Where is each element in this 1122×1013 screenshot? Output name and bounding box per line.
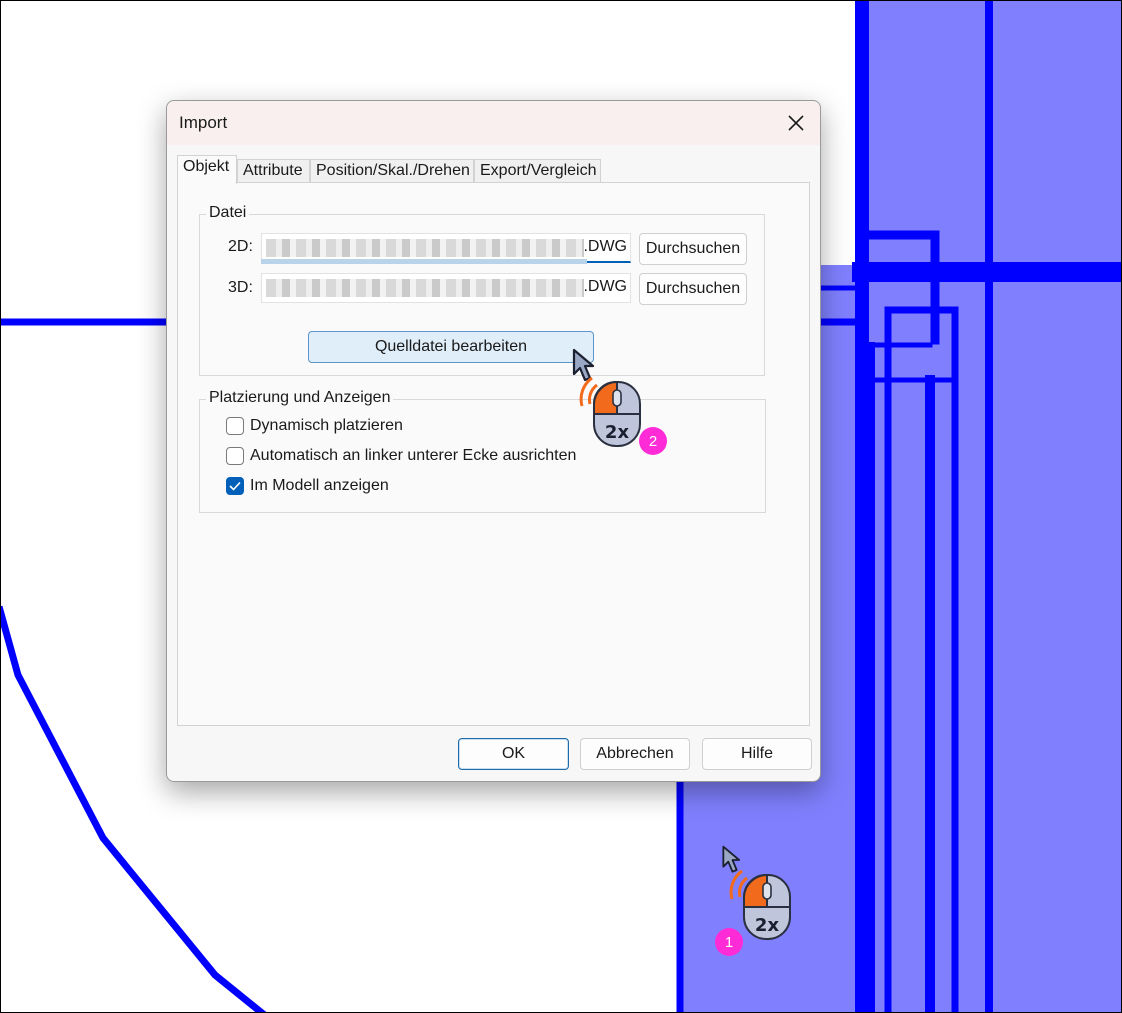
label-2d: 2D: [228,238,253,255]
dialog-title: Import [179,113,228,132]
checkbox-align-lower-left[interactable] [226,447,244,465]
click-count-2: 2x [605,422,630,443]
cancel-button[interactable]: Abbrechen [580,738,690,770]
click-count-1: 2x [755,915,780,936]
step-badge-2: 2 [639,427,667,455]
option-dynamic-place-label: Dynamisch platzieren [250,417,403,434]
option-show-in-model-label: Im Modell anzeigen [250,477,389,494]
ok-button[interactable]: OK [458,738,569,770]
tab-export-vergleich[interactable]: Export/Vergleich [474,159,601,183]
help-button[interactable]: Hilfe [702,738,812,770]
file-2d-input[interactable]: .DWG [261,233,631,264]
option-align-lower-left[interactable]: Automatisch an linker unterer Ecke ausri… [226,447,576,465]
step-badge-1: 1 [715,928,743,956]
checkmark-icon [229,481,241,491]
option-show-in-model[interactable]: Im Modell anzeigen [226,477,389,495]
dialog-titlebar[interactable]: Import [167,101,820,145]
file-3d-path-redacted [266,279,584,297]
file-group-label: Datei [206,204,250,222]
checkbox-dynamic-place[interactable] [226,417,244,435]
import-dialog: Import Objekt Attribute Position/Skal./D… [166,100,821,782]
file-3d-input[interactable]: .DWG [261,273,631,303]
label-3d: 3D: [228,279,253,296]
placement-group: Platzierung und Anzeigen Dynamisch platz… [199,389,766,513]
tab-objekt[interactable]: Objekt [177,155,237,184]
tab-position[interactable]: Position/Skal./Drehen [310,159,474,183]
option-align-lower-left-label: Automatisch an linker unterer Ecke ausri… [250,447,577,464]
file-2d-path-redacted [266,239,584,257]
option-dynamic-place[interactable]: Dynamisch platzieren [226,417,403,435]
placement-group-label: Platzierung und Anzeigen [206,389,394,407]
tab-attribute[interactable]: Attribute [237,159,310,183]
close-icon [788,115,804,131]
close-button[interactable] [778,107,814,139]
tab-panel-objekt: Datei 2D: .DWG Durchsuchen 3D: .DWG Durc… [177,182,810,726]
file-2d-extension: .DWG [583,238,627,255]
file-2d-selection [261,259,587,264]
edit-source-file-button[interactable]: Quelldatei bearbeiten [308,331,594,363]
mouse-double-click-icon-2: 2x [579,376,641,447]
browse-2d-button[interactable]: Durchsuchen [639,233,747,265]
checkbox-show-in-model[interactable] [226,477,244,495]
file-group: Datei 2D: .DWG Durchsuchen 3D: .DWG Durc… [199,204,765,376]
file-3d-extension: .DWG [583,278,627,295]
browse-3d-button[interactable]: Durchsuchen [639,273,747,305]
